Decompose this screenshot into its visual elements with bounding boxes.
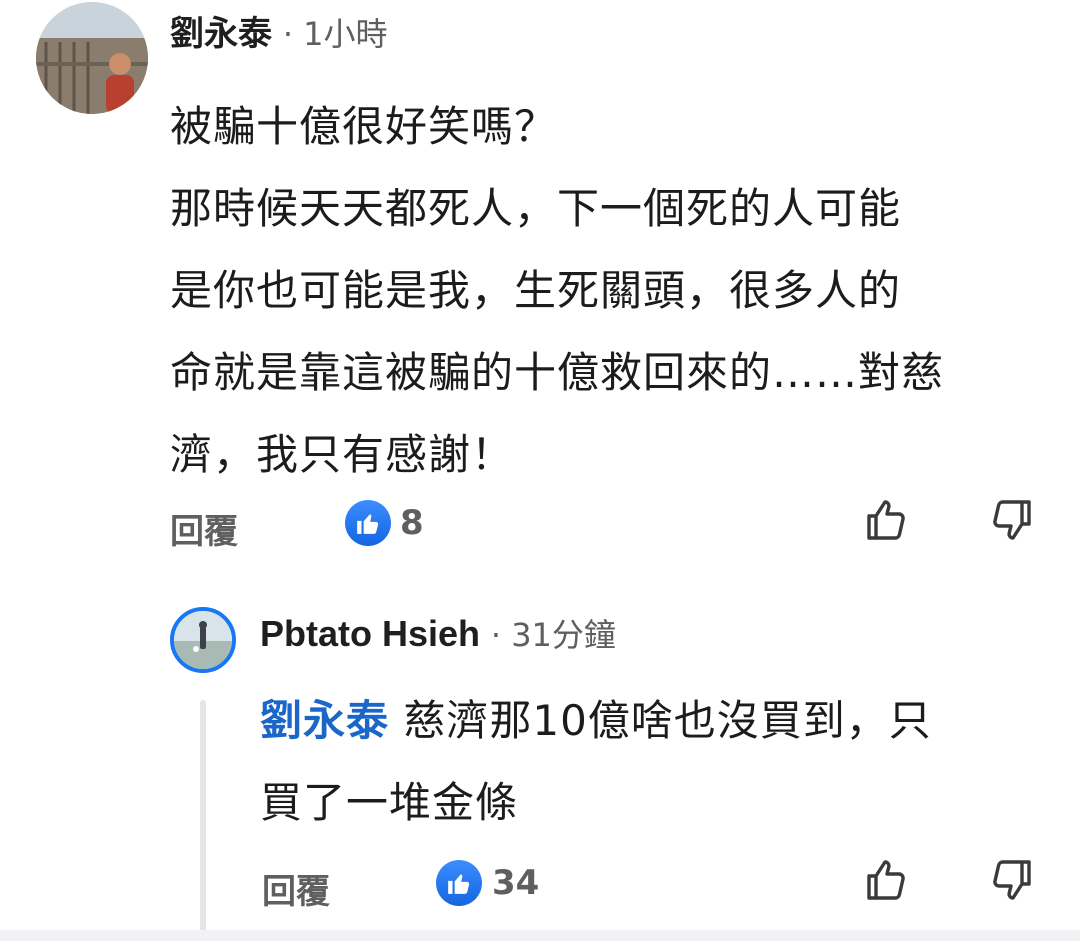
reply-line: 劉永泰 慈濟那10億啥也沒買到，只: [260, 680, 1050, 762]
comment-line: 那時候天天都死人，下一個死的人可能: [170, 184, 902, 233]
timestamp: · 31分鐘: [490, 616, 616, 654]
comment-line: 濟，我只有感謝！: [170, 430, 515, 479]
bottom-divider: [0, 930, 1080, 941]
comment-line: 被騙十億很好笑嗎？: [170, 102, 558, 151]
comment-body: 被騙十億很好笑嗎？ 那時候天天都死人，下一個死的人可能 是你也可能是我，生死關頭…: [170, 86, 1050, 496]
reply-header: Pbtato Hsieh · 31分鐘: [260, 612, 616, 657]
reply-button[interactable]: 回覆: [262, 864, 330, 913]
reply-body: 劉永泰 慈濟那10億啥也沒買到，只 買了一堆金條: [260, 680, 1050, 844]
comment-thread: 劉永泰 · 1小時 被騙十億很好笑嗎？ 那時候天天都死人，下一個死的人可能 是你…: [0, 0, 1080, 941]
author-name[interactable]: Pbtato Hsieh: [260, 613, 480, 654]
reply-button[interactable]: 回覆: [170, 504, 238, 553]
avatar-photo: [36, 2, 148, 114]
thumbs-up-icon: [345, 500, 391, 546]
reply-avatar[interactable]: [170, 607, 236, 673]
like-count: 34: [492, 863, 540, 903]
thumbs-up-outline-icon[interactable]: [862, 856, 910, 904]
mention-link[interactable]: 劉永泰: [260, 696, 389, 745]
comment-header: 劉永泰 · 1小時: [170, 12, 388, 56]
comment-line: 命就是靠這被騙的十億救回來的……對慈: [170, 348, 945, 397]
avatar-photo: [174, 611, 232, 669]
reply-text: 慈濟那10億啥也沒買到，只: [389, 696, 932, 745]
thumbs-down-outline-icon[interactable]: [988, 496, 1036, 544]
reply-actions: 回覆 34: [0, 856, 1080, 916]
avatar[interactable]: [36, 2, 148, 114]
author-name[interactable]: 劉永泰: [170, 14, 272, 54]
thumbs-up-outline-icon[interactable]: [862, 496, 910, 544]
reply-line: 買了一堆金條: [260, 778, 519, 827]
comment-line: 是你也可能是我，生死關頭，很多人的: [170, 266, 902, 315]
like-count: 8: [400, 503, 424, 543]
comment-actions: 回覆 8: [0, 496, 1080, 556]
thumbs-up-icon: [436, 860, 482, 906]
thumbs-down-outline-icon[interactable]: [988, 856, 1036, 904]
timestamp: · 1小時: [282, 15, 388, 53]
